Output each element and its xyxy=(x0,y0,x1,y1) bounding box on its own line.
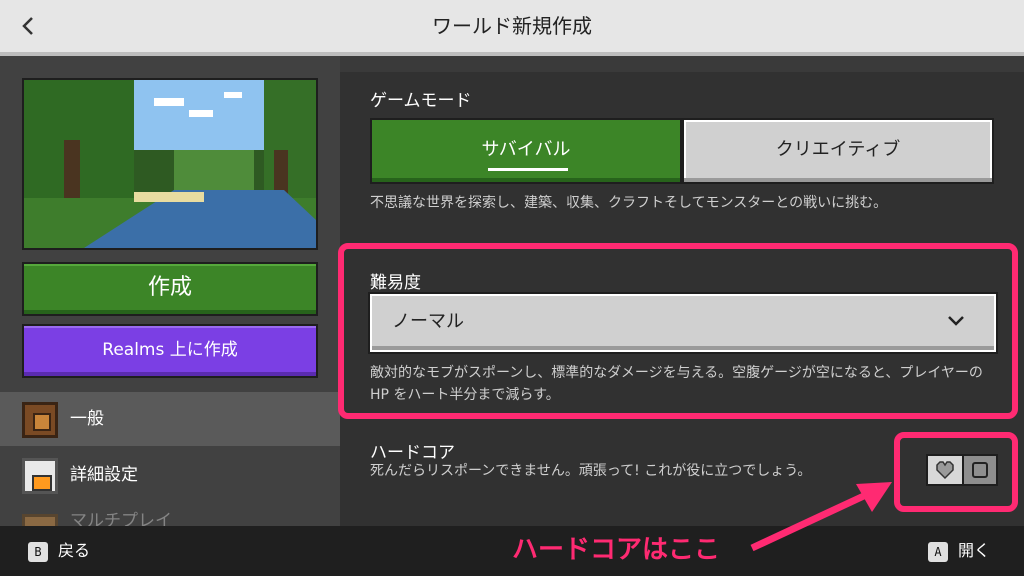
footer-open[interactable]: 開く xyxy=(958,526,990,576)
left-panel: 作成 Realms 上に作成 一般 詳細設定 マルチプレイ xyxy=(0,56,340,526)
nav-item-general[interactable]: 一般 xyxy=(0,392,340,446)
page-title: ワールド新規作成 xyxy=(432,14,592,38)
create-button[interactable]: 作成 xyxy=(22,262,318,316)
survival-mode-button[interactable]: サバイバル xyxy=(370,118,682,184)
a-button-icon: A xyxy=(928,542,948,562)
toggle-off-side xyxy=(964,456,996,484)
nav-label-general: 一般 xyxy=(70,409,104,429)
b-button-icon: B xyxy=(28,542,48,562)
create-on-realms-button[interactable]: Realms 上に作成 xyxy=(22,324,318,378)
header-bar: ワールド新規作成 xyxy=(0,0,1024,56)
toggle-heart-side xyxy=(928,456,964,484)
creative-mode-button[interactable]: クリエイティブ xyxy=(682,118,994,184)
game-mode-description: 不思議な世界を探索し、建築、収集、クラフトそしてモンスターとの戦いに挑む。 xyxy=(370,195,888,211)
nav-item-advanced[interactable]: 詳細設定 xyxy=(0,448,340,502)
hardcore-toggle[interactable] xyxy=(926,454,998,486)
gear-icon xyxy=(22,402,58,438)
footer-back[interactable]: 戻る xyxy=(58,526,90,576)
furnace-icon xyxy=(22,458,58,494)
heart-icon xyxy=(936,461,954,480)
toggle-off-icon xyxy=(972,462,988,478)
scroll-top-strip xyxy=(340,56,1024,72)
multiplayer-icon xyxy=(22,514,58,526)
nav-label-advanced: 詳細設定 xyxy=(70,465,138,485)
difficulty-highlight-box xyxy=(338,243,1018,419)
world-preview-image xyxy=(22,78,318,250)
hardcore-description: 死んだらリスポーンできません。頑張って! これが役に立つでしょう。 xyxy=(370,463,812,479)
game-mode-label: ゲームモード xyxy=(370,91,472,111)
nav-item-multiplayer[interactable]: マルチプレイ xyxy=(0,504,340,526)
nav-label-multiplayer: マルチプレイ xyxy=(70,511,172,526)
survival-mode-label: サバイバル xyxy=(481,139,571,160)
selected-underline xyxy=(488,168,568,171)
annotation-text: ハードコアはここ xyxy=(512,535,721,565)
